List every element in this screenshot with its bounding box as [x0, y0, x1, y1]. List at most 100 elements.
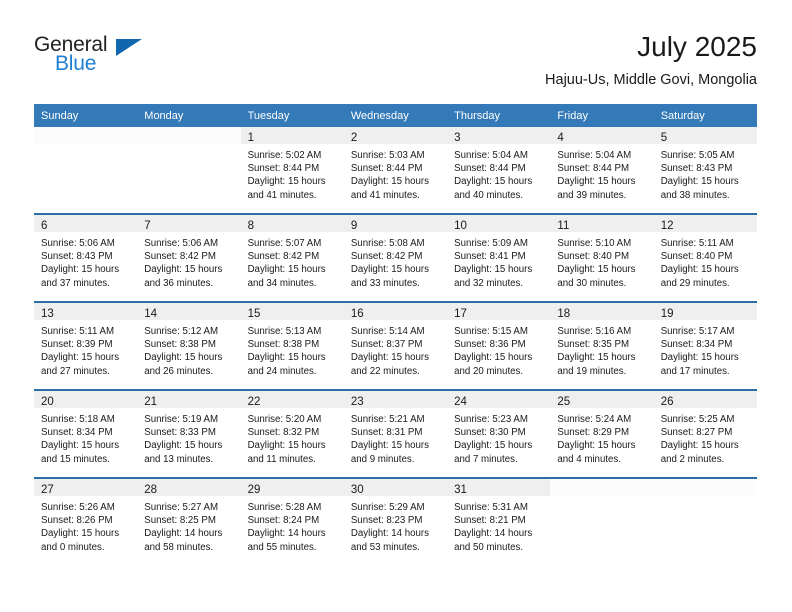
day-number-strip: 7	[137, 215, 241, 232]
calendar-day-cell[interactable]: 13 Sunrise: 5:11 AM Sunset: 8:39 PM Dayligh…	[34, 302, 138, 391]
calendar-day-cell[interactable]: 20 Sunrise: 5:18 AM Sunset: 8:34 PM Dayligh…	[34, 390, 138, 479]
day-info: Sunrise: 5:17 AM Sunset: 8:34 PM Daylight:…	[654, 320, 757, 378]
calendar-day-cell[interactable]: 18 Sunrise: 5:16 AM Sunset: 8:35 PM Dayligh…	[550, 302, 654, 391]
sunrise-text: Sunrise: 5:06 AM	[144, 238, 219, 249]
calendar-day-cell[interactable]: 21 Sunrise: 5:19 AM Sunset: 8:33 PM Dayligh…	[137, 390, 241, 479]
sunrise-text: Sunrise: 5:18 AM	[41, 414, 115, 425]
logo-triangle-icon	[116, 39, 142, 56]
day-number-strip: 22	[240, 391, 344, 408]
sunrise-text: Sunrise: 5:11 AM	[660, 238, 734, 249]
sunrise-text: Sunrise: 5:04 AM	[454, 150, 528, 161]
calendar-day-cell[interactable]: 22 Sunrise: 5:20 AM Sunset: 8:32 PM Dayligh…	[240, 390, 344, 479]
daylight-text-line2: and 34 minutes.	[247, 277, 317, 289]
calendar-day-cell[interactable]: 3 Sunrise: 5:04 AM Sunset: 8:44 PM Daylight…	[447, 127, 551, 215]
daylight-text-line1: Daylight: 15 hours	[557, 264, 636, 276]
calendar-day-cell[interactable]: 4 Sunrise: 5:04 AM Sunset: 8:44 PM Daylight…	[550, 127, 654, 215]
day-cell-inner: 22 Sunrise: 5:20 AM Sunset: 8:32 PM Dayligh…	[240, 391, 344, 477]
day-cell-inner: 14 Sunrise: 5:12 AM Sunset: 8:38 PM Dayligh…	[137, 303, 241, 389]
day-number-strip: 6	[34, 215, 138, 232]
calendar-day-cell[interactable]: 1 Sunrise: 5:02 AM Sunset: 8:44 PM Daylight…	[240, 127, 344, 215]
calendar-day-cell[interactable]: 26 Sunrise: 5:25 AM Sunset: 8:27 PM Dayligh…	[653, 390, 757, 479]
calendar-day-cell[interactable]: 31 Sunrise: 5:31 AM Sunset: 8:21 PM Dayligh…	[447, 478, 551, 565]
day-number-strip	[34, 127, 138, 144]
day-number-strip: 14	[137, 303, 241, 320]
weekday-header-monday: Monday	[137, 104, 241, 127]
day-cell-inner: 30 Sunrise: 5:29 AM Sunset: 8:23 PM Dayligh…	[343, 479, 448, 565]
calendar-day-cell[interactable]: 29 Sunrise: 5:28 AM Sunset: 8:24 PM Dayligh…	[240, 478, 344, 565]
day-number-strip: 11	[550, 215, 654, 232]
day-cell-inner: 6 Sunrise: 5:06 AM Sunset: 8:43 PM Daylight…	[34, 215, 138, 301]
daylight-text-line2: and 39 minutes.	[557, 189, 627, 201]
calendar-day-cell[interactable]: 8 Sunrise: 5:07 AM Sunset: 8:42 PM Daylight…	[240, 214, 344, 303]
calendar-day-cell[interactable]: 25 Sunrise: 5:24 AM Sunset: 8:29 PM Dayligh…	[550, 390, 654, 479]
daylight-text-line2: and 11 minutes.	[247, 453, 316, 465]
calendar-day-cell[interactable]: 17 Sunrise: 5:15 AM Sunset: 8:36 PM Dayligh…	[447, 302, 551, 391]
calendar-day-cell[interactable]: 19 Sunrise: 5:17 AM Sunset: 8:34 PM Dayligh…	[653, 302, 757, 391]
daylight-text-line2: and 30 minutes.	[557, 277, 627, 289]
day-cell-inner: 25 Sunrise: 5:24 AM Sunset: 8:29 PM Dayligh…	[550, 391, 654, 477]
calendar-day-cell[interactable]: 30 Sunrise: 5:29 AM Sunset: 8:23 PM Dayligh…	[343, 478, 448, 565]
sunset-text: Sunset: 8:21 PM	[454, 515, 526, 527]
day-number: 12	[660, 220, 674, 232]
daylight-text-line2: and 0 minutes.	[41, 541, 105, 553]
calendar-day-cell[interactable]: 28 Sunrise: 5:27 AM Sunset: 8:25 PM Dayligh…	[137, 478, 241, 565]
day-cell-inner: 4 Sunrise: 5:04 AM Sunset: 8:44 PM Daylight…	[550, 127, 654, 213]
sunset-text: Sunset: 8:40 PM	[557, 251, 630, 263]
weekday-header-sunday: Sunday	[34, 104, 138, 127]
daylight-text-line2: and 29 minutes.	[660, 277, 730, 289]
daylight-text-line1: Daylight: 15 hours	[247, 440, 326, 452]
calendar-day-cell[interactable]: 5 Sunrise: 5:05 AM Sunset: 8:43 PM Daylight…	[653, 127, 757, 215]
calendar-day-cell[interactable]: 23 Sunrise: 5:21 AM Sunset: 8:31 PM Dayligh…	[343, 390, 448, 479]
daylight-text-line2: and 24 minutes.	[247, 365, 317, 377]
calendar-day-cell[interactable]: 27 Sunrise: 5:26 AM Sunset: 8:26 PM Dayligh…	[34, 478, 138, 565]
daylight-text-line2: and 4 minutes.	[557, 453, 621, 465]
day-cell-inner: 15 Sunrise: 5:13 AM Sunset: 8:38 PM Dayligh…	[240, 303, 344, 389]
daylight-text-line2: and 7 minutes.	[454, 453, 518, 465]
day-number-strip: 19	[653, 303, 757, 320]
day-number: 29	[247, 484, 261, 496]
calendar-day-cell[interactable]: 24 Sunrise: 5:23 AM Sunset: 8:30 PM Dayligh…	[447, 390, 551, 479]
daylight-text-line1: Daylight: 15 hours	[454, 352, 533, 364]
calendar-day-cell[interactable]: 7 Sunrise: 5:06 AM Sunset: 8:42 PM Daylight…	[137, 214, 241, 303]
calendar-day-cell[interactable]: 6 Sunrise: 5:06 AM Sunset: 8:43 PM Daylight…	[34, 214, 138, 303]
day-number-strip: 18	[550, 303, 654, 320]
daylight-text-line2: and 22 minutes.	[350, 365, 420, 377]
sunset-text: Sunset: 8:31 PM	[350, 427, 423, 439]
sunset-text: Sunset: 8:38 PM	[144, 339, 216, 351]
day-number: 25	[557, 396, 571, 408]
day-cell-inner: 26 Sunrise: 5:25 AM Sunset: 8:27 PM Dayligh…	[653, 391, 757, 477]
calendar-day-cell[interactable]: 15 Sunrise: 5:13 AM Sunset: 8:38 PM Dayligh…	[240, 302, 344, 391]
day-number-strip	[550, 479, 654, 496]
day-info: Sunrise: 5:12 AM Sunset: 8:38 PM Daylight:…	[137, 320, 240, 378]
day-number-strip: 1	[240, 127, 344, 144]
day-number-strip: 5	[653, 127, 757, 144]
daylight-text-line1: Daylight: 15 hours	[557, 176, 636, 188]
day-cell-inner: 27 Sunrise: 5:26 AM Sunset: 8:26 PM Dayligh…	[34, 479, 138, 565]
sunset-text: Sunset: 8:23 PM	[350, 515, 423, 527]
day-number: 31	[454, 484, 467, 496]
daylight-text-line2: and 33 minutes.	[350, 277, 420, 289]
daylight-text-line2: and 17 minutes.	[660, 365, 730, 377]
day-number-strip: 9	[343, 215, 448, 232]
calendar-day-cell[interactable]: 10 Sunrise: 5:09 AM Sunset: 8:41 PM Dayligh…	[447, 214, 551, 303]
sunset-text: Sunset: 8:42 PM	[247, 251, 320, 263]
day-number-strip: 21	[137, 391, 241, 408]
sunrise-text: Sunrise: 5:29 AM	[350, 502, 425, 513]
day-number: 22	[247, 396, 261, 408]
day-info: Sunrise: 5:06 AM Sunset: 8:43 PM Daylight:…	[34, 232, 137, 290]
day-number-strip: 13	[34, 303, 138, 320]
sunrise-text: Sunrise: 5:17 AM	[660, 326, 735, 337]
day-number-strip: 10	[447, 215, 551, 232]
calendar-day-cell[interactable]: 2 Sunrise: 5:03 AM Sunset: 8:44 PM Daylight…	[343, 127, 448, 215]
calendar-day-cell[interactable]: 9 Sunrise: 5:08 AM Sunset: 8:42 PM Daylight…	[343, 214, 448, 303]
calendar-day-cell[interactable]: 12 Sunrise: 5:11 AM Sunset: 8:40 PM Dayligh…	[653, 214, 757, 303]
calendar-day-cell[interactable]: 16 Sunrise: 5:14 AM Sunset: 8:37 PM Dayligh…	[343, 302, 448, 391]
day-number: 15	[247, 308, 261, 320]
calendar-day-cell[interactable]: 11 Sunrise: 5:10 AM Sunset: 8:40 PM Dayligh…	[550, 214, 654, 303]
sunrise-text: Sunrise: 5:23 AM	[454, 414, 528, 425]
sunrise-text: Sunrise: 5:12 AM	[144, 326, 219, 337]
daylight-text-line1: Daylight: 15 hours	[247, 176, 326, 188]
general-blue-logo: General Blue	[34, 34, 154, 82]
calendar-day-cell[interactable]: 14 Sunrise: 5:12 AM Sunset: 8:38 PM Dayligh…	[137, 302, 241, 391]
day-cell-inner	[653, 479, 757, 565]
